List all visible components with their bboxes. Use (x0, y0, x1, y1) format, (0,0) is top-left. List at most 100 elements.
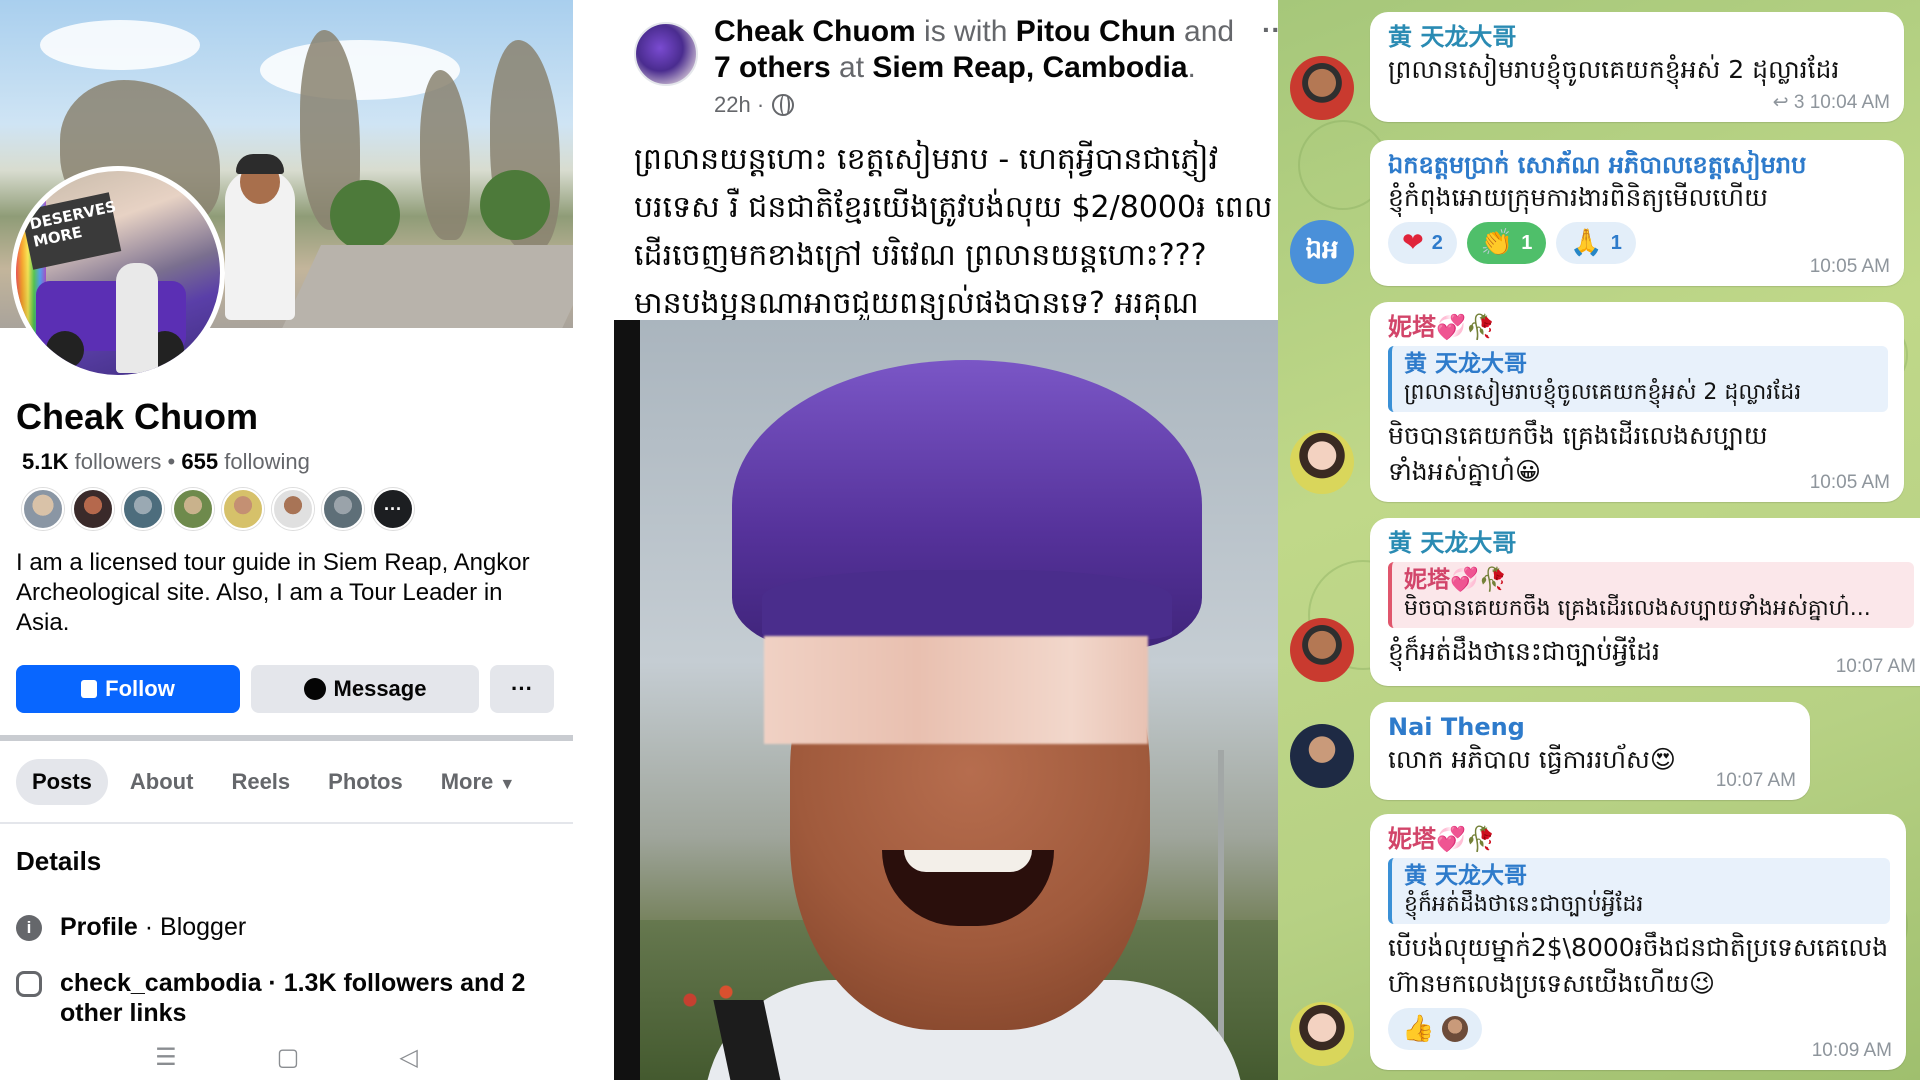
message-text: ព្រលានសៀមរាបខ្ញុំចូលគេយកខ្ញុំអស់ 2 ដុល្ល… (1388, 55, 1840, 84)
message-time: 10:05 AM (1809, 256, 1890, 277)
reaction-count: 2 (1431, 231, 1443, 254)
sender-avatar[interactable] (1290, 724, 1354, 788)
reply-count: 3 (1793, 92, 1805, 113)
detail-profile-row: i Profile · Blogger (16, 912, 556, 942)
follow-label: Follow (105, 676, 175, 701)
tab-reels[interactable]: Reels (215, 759, 306, 805)
chat-message[interactable]: 妮塔💞🥀 黄 天龙大哥 ព្រលានសៀមរាបខ្ញុំចូលគេយកខ្ញុ… (1370, 302, 1904, 502)
chat-message[interactable]: 黄 天龙大哥 ព្រលានសៀមរាបខ្ញុំចូលគេយកខ្ញុំអស់ … (1370, 12, 1904, 122)
profile-name: Cheak Chuom (16, 396, 259, 437)
following-count[interactable]: 655 (181, 449, 218, 474)
more-options-button[interactable]: ··· (490, 665, 554, 713)
quote-sender: 妮塔💞🥀 (1404, 567, 1508, 593)
friend-avatar[interactable] (272, 488, 314, 530)
section-divider (0, 735, 573, 741)
message-sender[interactable]: 妮塔💞🥀 (1388, 824, 1890, 854)
message-time: 10:05 AM (1809, 472, 1890, 493)
message-time: 10:09 AM (1811, 1040, 1892, 1061)
friend-avatar[interactable] (22, 488, 64, 530)
home-nav-icon[interactable]: ▢ (277, 1043, 300, 1072)
quote-text: ព្រលានសៀមរាបខ្ញុំចូលគេយកខ្ញុំអស់ 2 ដុល្ល… (1404, 380, 1802, 405)
message-time: 10:07 AM (1715, 770, 1796, 791)
chat-message[interactable]: 黄 天龙大哥 妮塔💞🥀 មិចបានគេយកចឹង គ្រេងដើរលេងសប្… (1370, 518, 1920, 686)
post-period: . (1187, 51, 1196, 84)
heart-icon: ❤ (1402, 228, 1424, 258)
quote-text: មិចបានគេយកចឹង គ្រេងដើរលេងសប្បាយទាំងអស់គ្… (1404, 596, 1871, 621)
quote-text: ខ្ញុំក៏អត់ដឹងថានេះជាច្បាប់អ្វីដែរ (1404, 892, 1644, 917)
quote-sender: 黄 天龙大哥 (1404, 351, 1528, 377)
message-text: បើបង់លុយម្នាក់2$\8000៛ចឹងជនជាតិប្រទេសគេល… (1388, 933, 1889, 998)
chat-message[interactable]: ឯកឧត្តមប្រាក់ សោភ័ណ អភិបាលខេត្តសៀមរាប ខ្… (1370, 140, 1904, 286)
tab-more[interactable]: More ▼ (425, 759, 532, 805)
globe-icon (772, 94, 795, 116)
sender-avatar[interactable] (1290, 56, 1354, 120)
message-text: ខ្ញុំកំពុងអោយក្រុមការងារពិនិត្យមើលហើយ (1388, 183, 1768, 212)
friend-avatar[interactable] (172, 488, 214, 530)
reaction-thumbs-up[interactable]: 👍 (1388, 1008, 1483, 1050)
thumbs-up-icon: 👍 (1402, 1014, 1435, 1044)
detail-profile-value: · Blogger (137, 913, 247, 941)
reaction-clap[interactable]: 👏 1 (1466, 222, 1547, 264)
message-sender[interactable]: 妮塔💞🥀 (1388, 312, 1888, 342)
message-button[interactable]: Message (251, 665, 479, 713)
profile-bio: I am a licensed tour guide in Siem Reap,… (16, 549, 530, 636)
sender-avatar[interactable] (1290, 618, 1354, 682)
sender-avatar[interactable]: ឯអ (1290, 220, 1354, 284)
messenger-icon (303, 678, 326, 700)
post-author-avatar[interactable] (634, 22, 698, 86)
pray-icon: 🙏 (1570, 228, 1603, 258)
follow-button[interactable]: Follow (16, 665, 240, 713)
message-sender[interactable]: 黄 天龙大哥 (1388, 528, 1914, 558)
post-video[interactable] (614, 320, 1278, 1080)
friend-avatar[interactable] (322, 488, 364, 530)
recents-nav-icon[interactable]: ☰ (155, 1043, 177, 1072)
detail-profile-text: Profile · Blogger (60, 912, 246, 942)
followers-label[interactable]: followers (75, 449, 162, 474)
profile-avatar[interactable]: DESERVES MORE (11, 166, 225, 380)
friends-avatars: ··· (22, 488, 414, 530)
android-nav-bar: ☰ ▢ ◁ (0, 1040, 573, 1074)
message-sender[interactable]: 黄 天龙大哥 (1388, 22, 1888, 52)
chat-message[interactable]: Nai Theng លោក អភិបាល ធ្វើការរហ័ស😍 10:07 … (1370, 702, 1810, 800)
tab-about[interactable]: About (114, 759, 210, 805)
count-separator: • (167, 449, 182, 474)
message-text: មិចបានគេយកចឹង គ្រេងដើរលេងសប្បាយទាំងអស់គ្… (1388, 421, 1768, 486)
friend-avatar[interactable] (72, 488, 114, 530)
reaction-count: 1 (1610, 231, 1622, 254)
message-sender[interactable]: ឯកឧត្តមប្រាក់ សោភ័ណ អភិបាលខេត្តសៀមរាប (1388, 150, 1888, 180)
sender-avatar[interactable] (1290, 1002, 1354, 1066)
followers-count[interactable]: 5.1K (22, 449, 68, 474)
back-nav-icon[interactable]: ◁ (399, 1043, 417, 1072)
facebook-profile-panel: DESERVES MORE Cheak Chuom 5.1K followers… (0, 0, 573, 1080)
message-time: 10:04 AM (1809, 92, 1890, 113)
post-tagged-name[interactable]: Pitou Chun (1016, 15, 1176, 48)
reaction-heart[interactable]: ❤ 2 (1388, 222, 1457, 264)
reaction-pray[interactable]: 🙏 1 (1556, 222, 1636, 264)
post-others-link[interactable]: 7 others (714, 51, 831, 84)
reaction-count: 1 (1521, 231, 1533, 254)
message-sender[interactable]: Nai Theng (1388, 712, 1794, 742)
more-friends-button[interactable]: ··· (372, 488, 414, 530)
message-time: 10:07 AM (1835, 656, 1916, 677)
follow-counts: 5.1K followers • 655 following (22, 449, 310, 475)
tab-posts[interactable]: Posts (16, 759, 108, 805)
post-options-icon[interactable]: ·· (1262, 14, 1278, 46)
sender-avatar[interactable] (1290, 430, 1354, 494)
post-location-link[interactable]: Siem Reap, Cambodia (872, 51, 1187, 84)
friend-avatar[interactable] (122, 488, 164, 530)
detail-instagram-text[interactable]: check_cambodia · 1.3K followers and 2 ot… (60, 968, 556, 1028)
post-time[interactable]: 22h · (714, 92, 764, 118)
friend-avatar[interactable] (222, 488, 264, 530)
post-author-name[interactable]: Cheak Chuom (714, 15, 916, 48)
chat-message[interactable]: 妮塔💞🥀 黄 天龙大哥 ខ្ញុំក៏អត់ដឹងថានេះជាច្បាប់អ្… (1370, 814, 1906, 1070)
chevron-down-icon: ▼ (499, 776, 516, 793)
reply-quote[interactable]: 黄 天龙大哥 ខ្ញុំក៏អត់ដឹងថានេះជាច្បាប់អ្វីដែរ (1388, 858, 1890, 924)
post-at-text: at (830, 51, 873, 84)
face-blur-overlay (764, 636, 1148, 744)
detail-instagram-row[interactable]: check_cambodia · 1.3K followers and 2 ot… (16, 968, 556, 1028)
following-label[interactable]: following (224, 449, 310, 474)
reply-quote[interactable]: 妮塔💞🥀 មិចបានគេយកចឹង គ្រេងដើរលេងសប្បាយទាំង… (1388, 562, 1914, 628)
reply-quote[interactable]: 黄 天龙大哥 ព្រលានសៀមរាបខ្ញុំចូលគេយកខ្ញុំអស់ … (1388, 346, 1888, 412)
info-icon: i (16, 915, 42, 941)
tab-photos[interactable]: Photos (312, 759, 419, 805)
